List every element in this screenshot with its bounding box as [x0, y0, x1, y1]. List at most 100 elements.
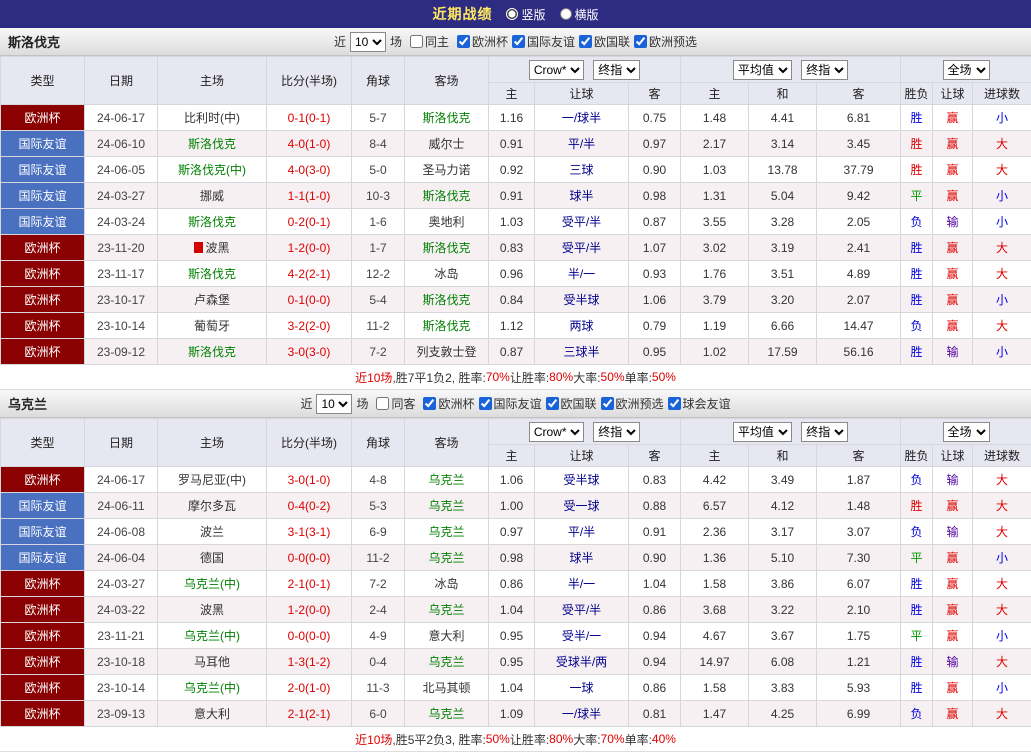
- corners: 1-7: [352, 235, 405, 261]
- same-venue-filter[interactable]: 同主: [410, 33, 449, 50]
- handicap-home-odds: 0.84: [489, 287, 535, 313]
- competition-label: 欧洲预选: [649, 33, 697, 50]
- result-handicap: 赢: [933, 675, 973, 701]
- result-handicap: 赢: [933, 493, 973, 519]
- subcol-avg-away: 客: [817, 83, 901, 105]
- match-row: 国际友谊24-03-27挪威1-1(1-0)10-3斯洛伐克0.91球半0.98…: [1, 183, 1031, 209]
- competition-label: 球会友谊: [683, 395, 731, 412]
- competition-checkbox[interactable]: [634, 35, 647, 48]
- corners: 2-4: [352, 597, 405, 623]
- bookmaker-select[interactable]: Crow*: [529, 60, 584, 80]
- avg-home-odds: 1.76: [681, 261, 749, 287]
- competition-filter[interactable]: 国际友谊: [479, 395, 542, 412]
- average-select[interactable]: 平均值: [733, 422, 792, 442]
- competition-filter[interactable]: 欧洲杯: [423, 395, 474, 412]
- competition-checkbox[interactable]: [579, 35, 592, 48]
- result-handicap: 赢: [933, 571, 973, 597]
- same-venue-checkbox[interactable]: [376, 397, 389, 410]
- page-title: 近期战绩: [432, 4, 492, 24]
- same-venue-filter[interactable]: 同客: [376, 395, 415, 412]
- handicap-home-odds: 0.87: [489, 339, 535, 365]
- layout-vertical-option[interactable]: 竖版: [506, 6, 545, 23]
- match-row: 欧洲杯23-10-14乌克兰(中)2-0(1-0)11-3北马其顿1.04一球0…: [1, 675, 1031, 701]
- competition-filter[interactable]: 欧洲预选: [634, 33, 697, 50]
- home-team: 乌克兰(中): [158, 623, 267, 649]
- col-header-date: 日期: [85, 57, 158, 105]
- competition-type: 欧洲杯: [1, 649, 85, 675]
- handicap-stage-select[interactable]: 终指: [593, 422, 640, 442]
- away-team: 圣马力诺: [405, 157, 489, 183]
- handicap-line: 受平/半: [535, 209, 629, 235]
- summary-segment: 40%: [652, 732, 676, 746]
- home-team: 摩尔多瓦: [158, 493, 267, 519]
- home-team: 斯洛伐克(中): [158, 157, 267, 183]
- recent-count-select[interactable]: 10: [350, 32, 386, 52]
- result-goals: 小: [973, 209, 1031, 235]
- handicap-line: 平/半: [535, 519, 629, 545]
- competition-checkbox[interactable]: [668, 397, 681, 410]
- handicap-home-odds: 0.91: [489, 183, 535, 209]
- result-wdl: 胜: [901, 131, 933, 157]
- result-wdl: 胜: [901, 157, 933, 183]
- subcol-handicap-away: 客: [629, 445, 681, 467]
- competition-filter[interactable]: 欧国联: [579, 33, 630, 50]
- handicap-away-odds: 0.86: [629, 597, 681, 623]
- bookmaker-select[interactable]: Crow*: [529, 422, 584, 442]
- home-team: 斯洛伐克: [158, 131, 267, 157]
- match-row: 欧洲杯24-06-17罗马尼亚(中)3-0(1-0)4-8乌克兰1.06受半球0…: [1, 467, 1031, 493]
- competition-filters: 欧洲杯国际友谊 欧国联 欧洲预选: [453, 33, 697, 51]
- avg-home-odds: 3.68: [681, 597, 749, 623]
- competition-filter[interactable]: 球会友谊: [668, 395, 731, 412]
- competition-label: 欧国联: [561, 395, 597, 412]
- home-team: 比利时(中): [158, 105, 267, 131]
- avg-draw-odds: 3.19: [749, 235, 817, 261]
- competition-filter[interactable]: 欧洲杯: [457, 33, 508, 50]
- avg-home-odds: 1.19: [681, 313, 749, 339]
- fulltime-select[interactable]: 全场: [943, 60, 990, 80]
- match-date: 24-03-27: [85, 571, 158, 597]
- competition-checkbox[interactable]: [479, 397, 492, 410]
- competition-checkbox[interactable]: [601, 397, 614, 410]
- result-handicap: 输: [933, 519, 973, 545]
- section-header: 乌克兰 近 10 场 同客 欧洲杯国际友谊欧国联欧洲预选球会友谊: [0, 390, 1031, 418]
- vertical-layout-radio[interactable]: [506, 8, 518, 20]
- competition-checkbox[interactable]: [457, 35, 470, 48]
- horizontal-layout-radio[interactable]: [560, 8, 572, 20]
- result-handicap: 输: [933, 339, 973, 365]
- average-stage-select[interactable]: 终指: [801, 60, 848, 80]
- away-team: 乌克兰: [405, 649, 489, 675]
- match-row: 欧洲杯23-11-17斯洛伐克4-2(2-1)12-2冰岛0.96半/一0.93…: [1, 261, 1031, 287]
- away-team: 斯洛伐克: [405, 287, 489, 313]
- filter-bar: 近 10 场 同主 欧洲杯国际友谊欧国联欧洲预选: [334, 32, 697, 52]
- handicap-line: 半/一: [535, 571, 629, 597]
- avg-draw-odds: 3.49: [749, 467, 817, 493]
- competition-filter[interactable]: 欧国联: [546, 395, 597, 412]
- competition-checkbox[interactable]: [546, 397, 559, 410]
- corners: 6-9: [352, 519, 405, 545]
- subcol-result-goals: 进球数: [973, 83, 1031, 105]
- summary-segment: ,胜5平2负3, 胜率:: [392, 731, 485, 748]
- recent-count-select[interactable]: 10: [316, 394, 352, 414]
- average-select[interactable]: 平均值: [733, 60, 792, 80]
- same-venue-checkbox[interactable]: [410, 35, 423, 48]
- layout-horizontal-option[interactable]: 横版: [560, 6, 599, 23]
- competition-checkbox[interactable]: [423, 397, 436, 410]
- handicap-home-odds: 1.09: [489, 701, 535, 727]
- average-stage-select[interactable]: 终指: [801, 422, 848, 442]
- subcol-result-handicap: 让球: [933, 445, 973, 467]
- avg-away-odds: 2.07: [817, 287, 901, 313]
- home-team: 意大利: [158, 701, 267, 727]
- competition-label: 欧国联: [594, 33, 630, 50]
- away-team: 乌克兰: [405, 467, 489, 493]
- col-header-type: 类型: [1, 419, 85, 467]
- competition-filter[interactable]: 欧洲预选: [601, 395, 664, 412]
- result-handicap: 赢: [933, 157, 973, 183]
- subcol-avg-away: 客: [817, 445, 901, 467]
- avg-away-odds: 3.07: [817, 519, 901, 545]
- fulltime-select[interactable]: 全场: [943, 422, 990, 442]
- competition-checkbox[interactable]: [512, 35, 525, 48]
- away-team: 斯洛伐克: [405, 313, 489, 339]
- handicap-stage-select[interactable]: 终指: [593, 60, 640, 80]
- score: 2-1(2-1): [267, 701, 352, 727]
- competition-filter[interactable]: 国际友谊: [512, 33, 575, 50]
